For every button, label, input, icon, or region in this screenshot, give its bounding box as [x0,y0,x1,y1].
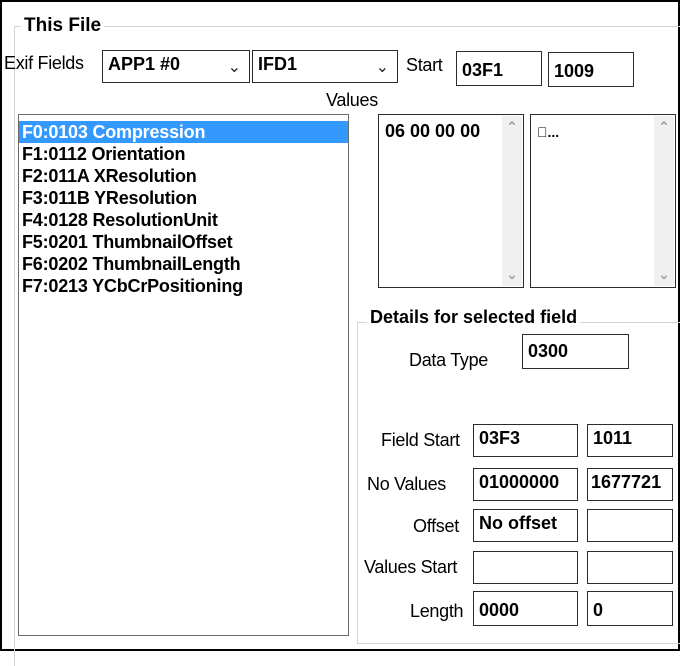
list-item[interactable]: F0:0103 Compression [19,121,348,143]
no-values-label: No Values [367,474,447,494]
fields-list[interactable]: F0:0103 Compression F1:0112 Orientation … [18,114,349,636]
offset-label: Offset [413,516,459,536]
values-start-hex[interactable] [473,551,578,584]
exif-fields-label: Exif Fields [4,53,84,73]
offset-value[interactable]: No offset [473,509,578,542]
scroll-down-arrow-icon[interactable]: ⌄ [654,264,674,286]
offset-dec[interactable] [587,509,673,542]
start-dec-field[interactable]: 1009 [548,52,634,87]
values-start-label: Values Start [364,557,458,577]
start-label: Start [406,55,443,75]
values-ascii-textarea[interactable]:  ... ⌃ ⌄ [530,114,676,288]
list-item[interactable]: F4:0128 ResolutionUnit [19,209,348,231]
scroll-up-arrow-icon[interactable]: ⌃ [502,116,522,138]
data-type-field[interactable]: 0300 [522,334,629,369]
scroll-up-arrow-icon[interactable]: ⌃ [654,116,674,138]
scroll-down-arrow-icon[interactable]: ⌄ [502,264,522,286]
chevron-down-icon: ⌄ [227,59,241,76]
start-hex-field[interactable]: 03F1 [456,51,542,86]
app-segment-select[interactable]: APP1 #0 ⌄ [102,50,250,83]
values-ascii-scrollbar[interactable]: ⌃ ⌄ [654,116,674,286]
this-file-title: This File [21,15,105,37]
chevron-down-icon: ⌄ [375,59,389,76]
length-hex[interactable]: 0000 [473,591,578,626]
values-label: Values [326,90,378,110]
ifd-select[interactable]: IFD1 ⌄ [252,50,398,83]
details-title: Details for selected field [367,307,581,328]
values-start-dec[interactable] [587,551,673,584]
no-values-hex[interactable]: 01000000 [473,468,578,501]
values-ascii-text:  ... [537,124,560,140]
field-start-dec[interactable]: 1011 [587,424,673,457]
list-item[interactable]: F2:011A XResolution [19,165,348,187]
list-item[interactable]: F7:0213 YCbCrPositioning [19,275,348,297]
field-start-label: Field Start [381,430,460,450]
field-start-hex[interactable]: 03F3 [473,424,578,457]
list-item[interactable]: F3:011B YResolution [19,187,348,209]
values-hex-scrollbar[interactable]: ⌃ ⌄ [502,116,522,286]
length-dec[interactable]: 0 [587,591,673,626]
ifd-value: IFD1 [258,54,298,74]
data-type-label: Data Type [409,350,489,370]
values-hex-text: 06 00 00 00 [385,121,481,141]
list-item[interactable]: F6:0202 ThumbnailLength [19,253,348,275]
list-item[interactable]: F5:0201 ThumbnailOffset [19,231,348,253]
length-label: Length [410,601,464,621]
values-hex-textarea[interactable]: 06 00 00 00 ⌃ ⌄ [378,114,524,288]
list-item[interactable]: F1:0112 Orientation [19,143,348,165]
app-segment-value: APP1 #0 [108,54,181,74]
no-values-dec[interactable]: 1677721 [587,468,673,501]
